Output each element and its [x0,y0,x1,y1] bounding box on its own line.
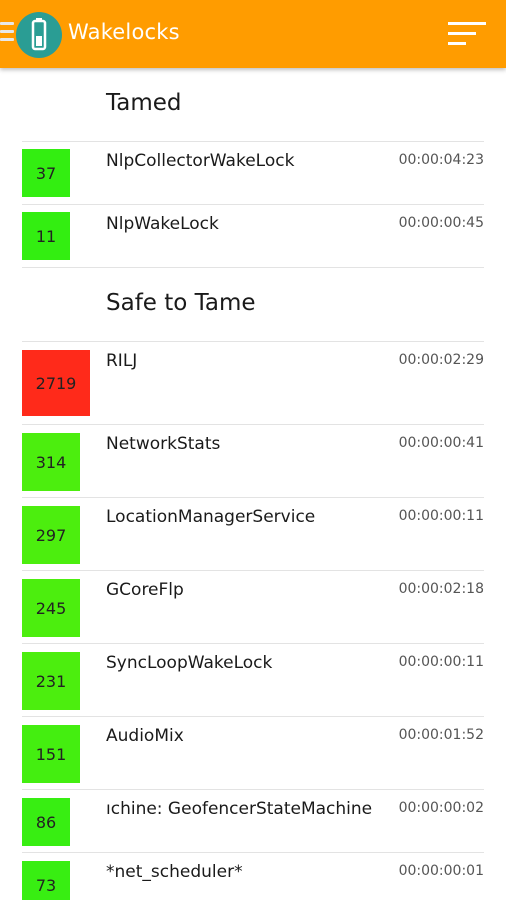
count-value: 297 [35,525,67,545]
count-value: 2719 [35,373,77,393]
section-header-tamed: Tamed [106,90,182,116]
list-item[interactable]: 86 ıchine: GeofencerStateMachine 00:00:0… [0,790,506,852]
count-value: 231 [35,671,67,691]
count-value: 151 [35,744,67,764]
count-badge: 2719 [22,350,90,416]
list-item[interactable]: 11 NlpWakeLock 00:00:00:45 [0,205,506,267]
count-badge: 37 [22,149,70,197]
count-badge: 245 [22,579,80,637]
count-badge: 86 [22,798,70,846]
section-header-safe-to-tame: Safe to Tame [106,290,256,316]
wakelock-name: NlpWakeLock [106,214,219,234]
wakelock-time: 00:00:02:29 [398,352,484,368]
count-badge: 73 [22,861,70,900]
wakelock-time: 00:00:02:18 [398,581,484,597]
wakelock-name: GCoreFlp [106,580,184,600]
count-value: 245 [35,598,67,618]
count-badge: 231 [22,652,80,710]
list-item[interactable]: 297 LocationManagerService 00:00:00:11 [0,498,506,570]
count-value: 73 [35,875,57,895]
wakelock-time: 00:00:00:45 [398,215,484,231]
count-badge: 11 [22,212,70,260]
battery-icon[interactable] [16,12,62,58]
list-item[interactable]: 73 *net_scheduler* 00:00:00:01 [0,853,506,900]
wakelock-name: NetworkStats [106,434,221,454]
wakelock-name: AudioMix [106,726,184,746]
list-item[interactable]: 245 GCoreFlp 00:00:02:18 [0,571,506,643]
app-bar: Wakelocks [0,0,506,68]
divider [22,267,484,268]
count-badge: 314 [22,433,80,491]
wakelock-name: ıchine: GeofencerStateMachine [106,799,373,819]
wakelock-name: *net_scheduler* [106,862,243,882]
list-item[interactable]: 314 NetworkStats 00:00:00:41 [0,425,506,497]
wakelock-time: 00:00:00:02 [398,800,484,816]
list-item[interactable]: 231 SyncLoopWakeLock 00:00:00:11 [0,644,506,716]
sort-icon[interactable] [448,20,486,48]
wakelock-time: 00:00:00:11 [398,508,484,524]
count-value: 11 [35,226,57,246]
app-title: Wakelocks [68,20,180,44]
count-value: 37 [35,163,57,183]
wakelock-time: 00:00:00:41 [398,435,484,451]
list-item[interactable]: 151 AudioMix 00:00:01:52 [0,717,506,789]
wakelock-time: 00:00:00:01 [398,863,484,879]
wakelock-time: 00:00:01:52 [398,727,484,743]
count-value: 314 [35,452,67,472]
wakelock-name: NlpCollectorWakeLock [106,151,295,171]
wakelock-time: 00:00:00:11 [398,654,484,670]
wakelock-name: SyncLoopWakeLock [106,653,273,673]
drawer-menu-icon[interactable] [0,22,14,46]
count-value: 86 [35,812,57,832]
count-badge: 151 [22,725,80,783]
count-badge: 297 [22,506,80,564]
list-item[interactable]: 2719 RILJ 00:00:02:29 [0,342,506,424]
wakelock-time: 00:00:04:23 [398,152,484,168]
wakelock-name: RILJ [106,351,138,371]
wakelock-name: LocationManagerService [106,507,316,527]
list-item[interactable]: 37 NlpCollectorWakeLock 00:00:04:23 [0,142,506,204]
